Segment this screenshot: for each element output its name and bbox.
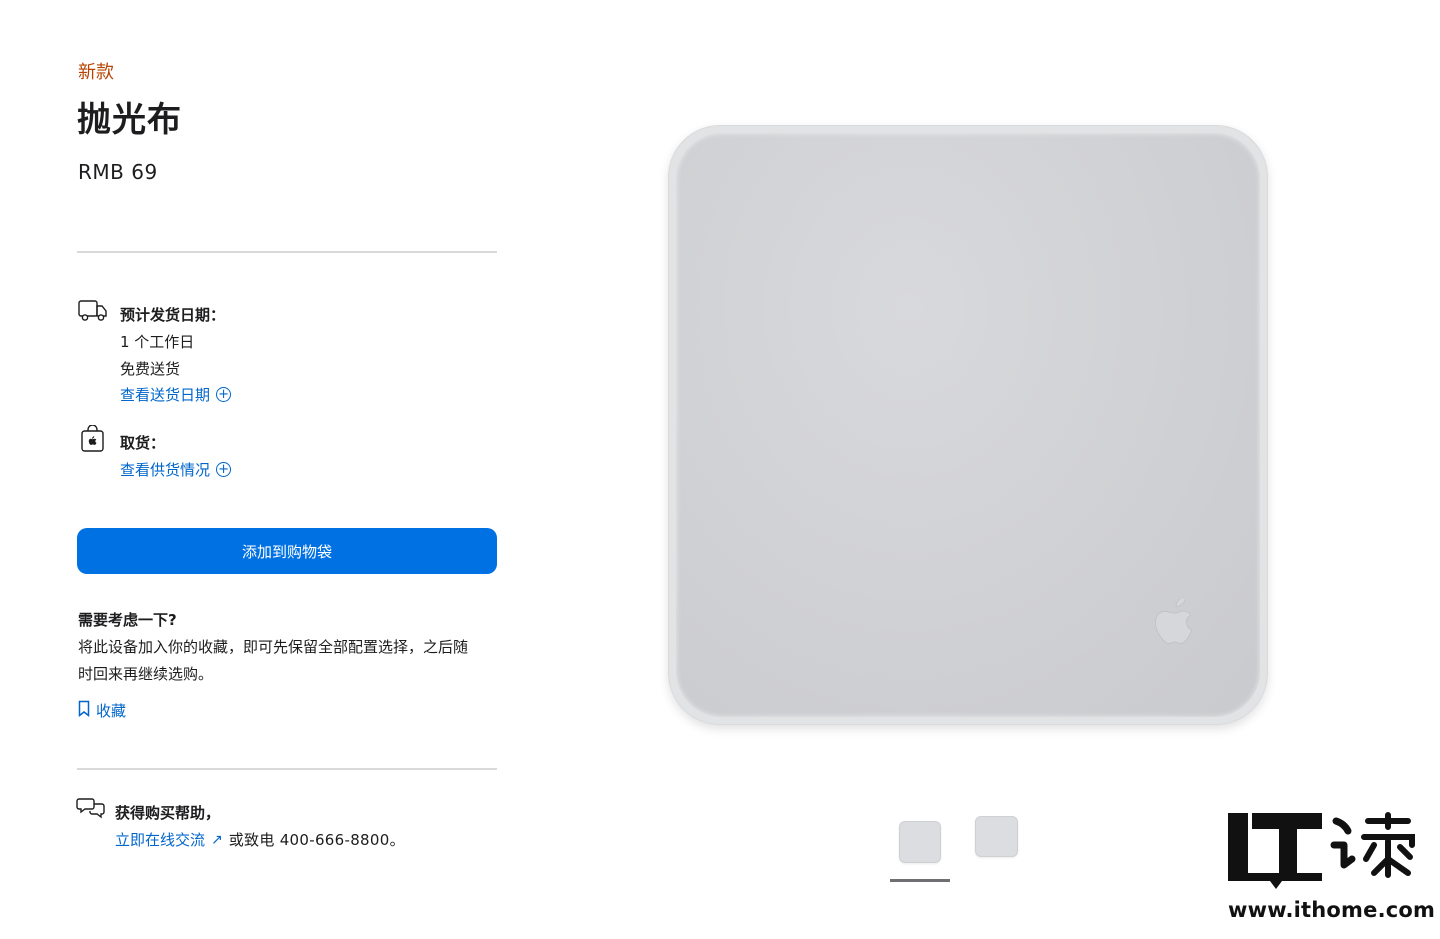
phone-text: 或致电 400-666-8800。 [228, 831, 405, 849]
free-delivery-text: 免费送货 [120, 360, 181, 378]
consider-title: 需要考虑一下? [78, 611, 177, 629]
product-price: RMB 69 [78, 160, 158, 184]
plus-circle-icon: + [216, 462, 232, 477]
apple-store-bag-icon [80, 424, 110, 453]
live-chat-link[interactable]: 立即在线交流 [115, 829, 205, 850]
ithome-watermark-url: www.ithome.com [1228, 898, 1436, 922]
shipping-label: 预计发货日期： [120, 306, 226, 324]
divider [77, 251, 497, 253]
consider-description: 将此设备加入你的收藏，即可先保留全部配置选择，之后随时回来再继续选购。 [78, 638, 469, 683]
view-delivery-dates-label: 查看送货日期 [120, 386, 211, 404]
shipping-days: 1 个工作日 [120, 333, 195, 351]
product-title: 抛光布 [77, 100, 182, 140]
polishing-cloth-image [668, 125, 1268, 725]
apple-logo-icon [1155, 599, 1193, 644]
external-arrow-icon: ↗ [211, 831, 223, 848]
plus-circle-icon: + [216, 387, 232, 402]
check-availability-label: 查看供货情况 [120, 461, 211, 479]
save-to-favorites-link[interactable]: 收藏 [78, 700, 126, 721]
check-availability-link[interactable]: 查看供货情况 + [120, 459, 232, 480]
save-label: 收藏 [96, 702, 127, 720]
gallery-thumbnail-2[interactable] [975, 816, 1018, 857]
ithome-watermark-logo [1228, 811, 1418, 891]
divider [77, 768, 497, 770]
bookmark-icon [78, 700, 90, 721]
help-contact-line: 立即在线交流 ↗ 或致电 400-666-8800。 [115, 829, 405, 850]
add-to-bag-button[interactable]: 添加到购物袋 [77, 528, 497, 574]
delivery-truck-icon [78, 298, 108, 326]
thumbnail-selected-indicator [890, 879, 950, 882]
help-title: 获得购买帮助， [115, 804, 221, 822]
pickup-label: 取货： [120, 434, 166, 452]
new-badge: 新款 [78, 62, 114, 83]
chat-bubbles-icon [76, 796, 106, 824]
gallery-thumbnail-1[interactable] [899, 821, 941, 863]
view-delivery-dates-link[interactable]: 查看送货日期 + [120, 384, 232, 405]
